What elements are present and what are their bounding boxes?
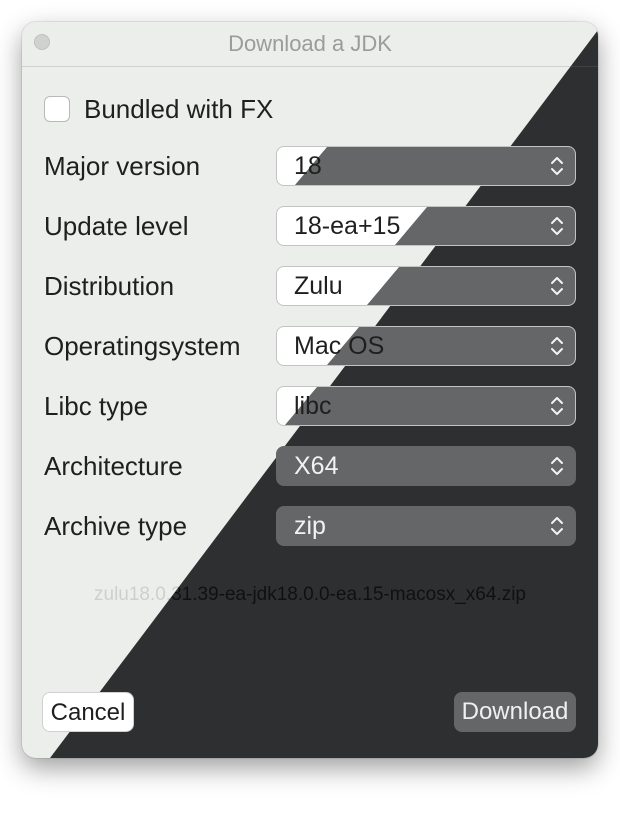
architecture-value: X64 xyxy=(294,452,339,480)
update-level-label: Update level xyxy=(44,211,189,241)
bundled-fx-label: Bundled with FX xyxy=(84,93,274,124)
libc-type-value: libc xyxy=(294,392,332,420)
distribution-label: Distribution xyxy=(44,271,175,301)
up-down-chevron-icon xyxy=(551,397,563,415)
update-level-value: 18-ea+15 xyxy=(294,212,401,240)
up-down-chevron-icon xyxy=(551,337,563,355)
major-version-select[interactable]: 18 xyxy=(276,146,576,186)
architecture-label: Architecture xyxy=(44,451,183,481)
bundled-fx-row[interactable]: Bundled with FX xyxy=(44,94,273,124)
title-bar: Download a JDK xyxy=(22,22,598,67)
bundled-fx-checkbox[interactable] xyxy=(44,96,70,122)
download-button[interactable]: Download xyxy=(454,692,576,732)
libc-type-select[interactable]: libc xyxy=(276,386,576,426)
download-filename-text: zulu18.0.31.39-ea-jdk18.0.0-ea.15-macosx… xyxy=(94,584,526,605)
download-filename: zulu18.0.31.39-ea-jdk18.0.0-ea.15-macosx… xyxy=(22,584,598,606)
up-down-chevron-icon xyxy=(551,457,563,475)
download-jdk-dialog: Download a JDK Bundled with FX Major ver… xyxy=(22,22,598,758)
dialog-content: Download a JDK Bundled with FX Major ver… xyxy=(22,22,598,758)
major-version-label: Major version xyxy=(44,151,201,181)
archive-type-label: Archive type xyxy=(44,511,188,541)
up-down-chevron-icon xyxy=(551,217,563,235)
up-down-chevron-icon xyxy=(551,157,563,175)
archive-type-value: zip xyxy=(294,512,326,540)
operating-system-label: Operatingsystem xyxy=(44,331,241,361)
cancel-button[interactable]: Cancel xyxy=(42,692,134,732)
update-level-select[interactable]: 18-ea+15 xyxy=(276,206,576,246)
distribution-value: Zulu xyxy=(294,272,343,300)
archive-type-select[interactable]: zip xyxy=(276,506,576,546)
operating-system-select[interactable]: Mac OS xyxy=(276,326,576,366)
major-version-value: 18 xyxy=(294,152,322,180)
up-down-chevron-icon xyxy=(551,277,563,295)
up-down-chevron-icon xyxy=(551,517,563,535)
architecture-select[interactable]: X64 xyxy=(276,446,576,486)
distribution-select[interactable]: Zulu xyxy=(276,266,576,306)
operating-system-value: Mac OS xyxy=(294,332,385,360)
window-title: Download a JDK xyxy=(228,31,392,56)
libc-type-label: Libc type xyxy=(44,391,149,421)
